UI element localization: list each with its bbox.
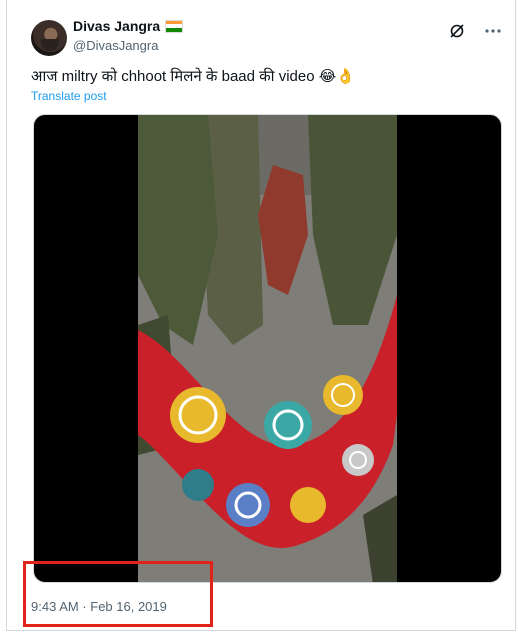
india-flag-icon (165, 19, 184, 33)
laughing-ok-emoji-icon: 😂👌 (318, 68, 355, 85)
translate-post-link[interactable]: Translate post (31, 89, 107, 103)
grok-icon[interactable] (448, 22, 466, 40)
video-scene (138, 115, 397, 582)
author-name[interactable]: Divas Jangra (73, 18, 160, 34)
avatar-beard (41, 39, 59, 51)
post-text: आज miltry को chhoot मिलने के baad की vid… (31, 66, 355, 86)
avatar[interactable] (31, 20, 67, 56)
author-handle[interactable]: @DivasJangra (73, 38, 158, 53)
video-player[interactable] (33, 114, 502, 583)
video-frame (138, 115, 397, 582)
more-icon[interactable] (484, 22, 502, 40)
author-name-row: Divas Jangra (73, 18, 184, 34)
highlight-box (23, 561, 213, 627)
post-actions (448, 22, 502, 40)
post-text-body: आज miltry को chhoot मिलने के baad की vid… (31, 68, 315, 85)
